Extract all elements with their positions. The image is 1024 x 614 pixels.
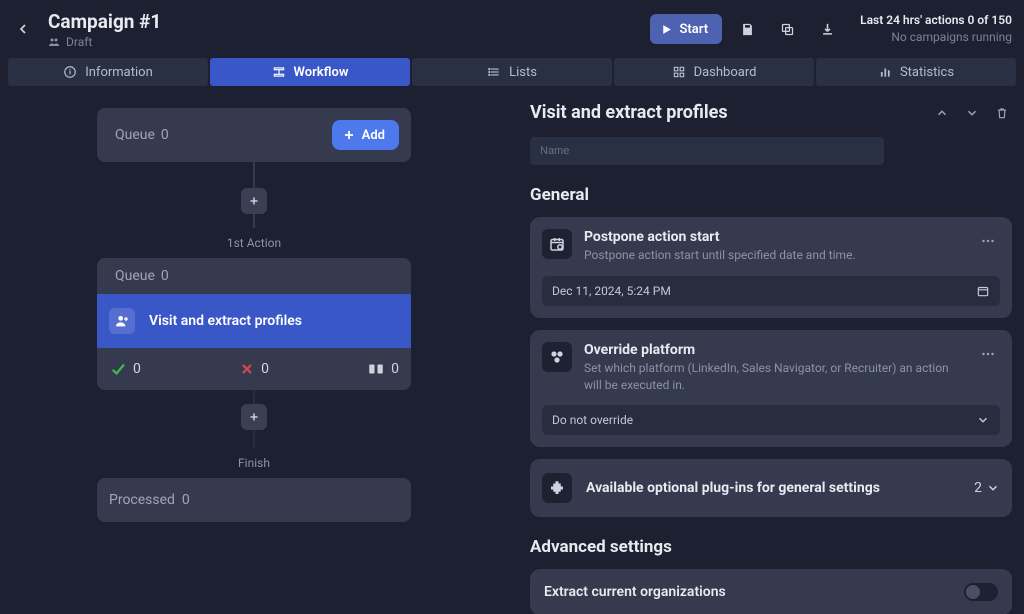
add-button[interactable]: Add: [332, 120, 399, 150]
postpone-desc: Postpone action start until specified da…: [584, 247, 964, 264]
queue-count: 0: [161, 127, 169, 143]
connector: [253, 390, 255, 404]
advanced-heading: Advanced settings: [530, 537, 1012, 557]
override-card: Override platform Set which platform (Li…: [530, 330, 1012, 448]
status-row: Draft: [48, 35, 161, 49]
panel-title: Visit and extract profiles: [530, 102, 728, 123]
tab-dashboard[interactable]: Dashboard: [614, 58, 814, 86]
postpone-card: Postpone action start Postpone action st…: [530, 217, 1012, 318]
back-button[interactable]: [12, 18, 34, 40]
title-block: Campaign #1 Draft: [48, 10, 161, 49]
tab-statistics[interactable]: Statistics: [816, 58, 1016, 86]
calendar-small-icon: [976, 284, 990, 298]
header: Campaign #1 Draft Start Last 24 hrs' act…: [0, 0, 1024, 58]
postpone-title: Postpone action start: [584, 229, 964, 245]
start-button[interactable]: Start: [650, 14, 722, 44]
extract-org-label: Extract current organizations: [544, 584, 726, 600]
connector: [253, 162, 255, 188]
extract-org-toggle[interactable]: [964, 583, 998, 601]
queue-card: Queue0 Add: [97, 108, 411, 162]
general-heading: General: [530, 185, 1012, 205]
processed-count: 0: [182, 492, 190, 508]
delete-button[interactable]: [992, 103, 1012, 123]
add-label: Add: [362, 128, 385, 143]
add-step-button-2[interactable]: [241, 404, 267, 430]
workflow-canvas: Queue0 Add 1st Action Queue0 Visit: [0, 86, 508, 614]
connector: [253, 214, 255, 228]
queue-label: Queue0: [109, 127, 169, 143]
campaign-title: Campaign #1: [48, 10, 161, 33]
chevron-down-icon: [976, 413, 990, 427]
postpone-datetime[interactable]: Dec 11, 2024, 5:24 PM: [542, 276, 1000, 306]
running-text: No campaigns running: [860, 29, 1012, 46]
save-button[interactable]: [732, 14, 762, 44]
processed-card: Processed 0: [97, 478, 411, 522]
chevron-down-icon: [986, 481, 1000, 495]
tab-label: Dashboard: [694, 65, 757, 80]
tabs: Information Workflow Lists Dashboard Sta…: [0, 58, 1024, 86]
platform-icon: [542, 342, 572, 372]
override-options[interactable]: [976, 342, 1000, 366]
status-label: Draft: [66, 35, 92, 49]
stat-success: 0: [109, 360, 141, 378]
actions-text: Last 24 hrs' actions 0 of 150: [860, 12, 1012, 29]
override-desc: Set which platform (LinkedIn, Sales Navi…: [584, 360, 964, 394]
people-icon: [48, 36, 60, 48]
settings-panel: Visit and extract profiles General: [508, 86, 1024, 614]
connector: [253, 430, 255, 448]
copy-button[interactable]: [772, 14, 802, 44]
action-stats: 0 0 0: [97, 348, 411, 390]
add-step-button[interactable]: [241, 188, 267, 214]
calendar-icon: [542, 229, 572, 259]
move-down-button[interactable]: [962, 103, 982, 123]
override-select[interactable]: Do not override: [542, 405, 1000, 435]
plugins-title: Available optional plug-ins for general …: [586, 480, 960, 496]
extract-org-row: Extract current organizations: [530, 569, 1012, 614]
stat-fail: 0: [239, 361, 269, 377]
tab-label: Information: [85, 65, 153, 80]
plugins-card[interactable]: Available optional plug-ins for general …: [530, 459, 1012, 517]
name-input[interactable]: [530, 137, 884, 165]
tab-label: Workflow: [294, 65, 349, 80]
tab-workflow[interactable]: Workflow: [210, 58, 410, 86]
tab-label: Statistics: [900, 65, 954, 80]
person-plus-icon: [109, 308, 135, 334]
move-up-button[interactable]: [932, 103, 952, 123]
tab-label: Lists: [509, 65, 537, 80]
main: Queue0 Add 1st Action Queue0 Visit: [0, 86, 1024, 614]
finish-label: Finish: [238, 456, 270, 470]
action-card[interactable]: Queue0 Visit and extract profiles 0 0: [97, 258, 411, 390]
download-button[interactable]: [812, 14, 842, 44]
action-row[interactable]: Visit and extract profiles: [97, 294, 411, 348]
header-right-text: Last 24 hrs' actions 0 of 150 No campaig…: [860, 12, 1012, 46]
plugins-count: 2: [974, 480, 1000, 496]
start-label: Start: [679, 22, 708, 37]
override-title: Override platform: [584, 342, 964, 358]
first-action-label: 1st Action: [227, 236, 281, 250]
stat-process: 0: [367, 360, 399, 378]
postpone-options[interactable]: [976, 229, 1000, 253]
tab-information[interactable]: Information: [8, 58, 208, 86]
plugin-icon: [542, 473, 572, 503]
tab-lists[interactable]: Lists: [412, 58, 612, 86]
action-queue-row: Queue0: [97, 258, 411, 294]
action-title: Visit and extract profiles: [149, 313, 302, 329]
